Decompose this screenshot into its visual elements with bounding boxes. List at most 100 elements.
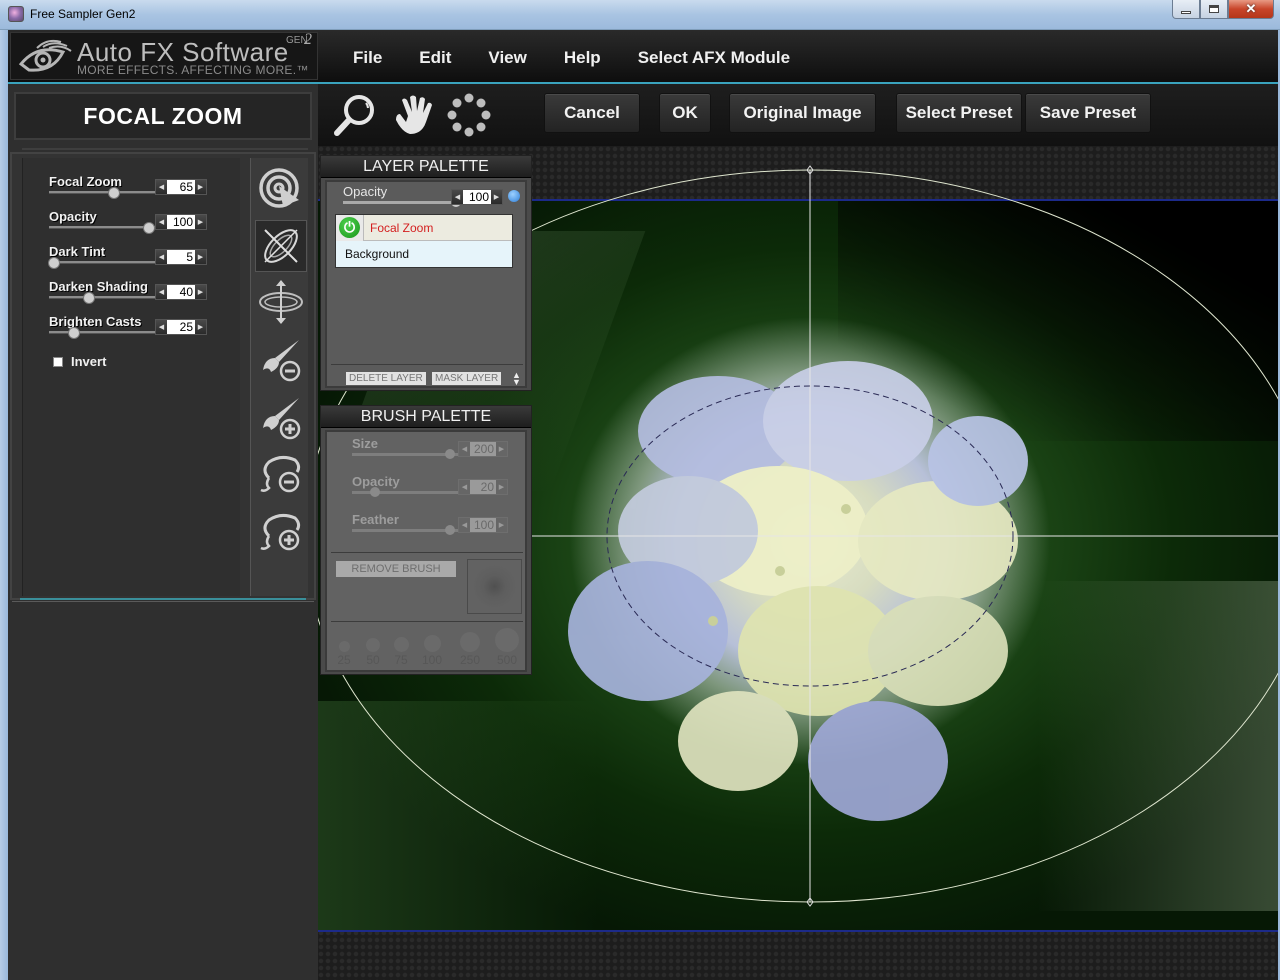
- spin-value[interactable]: 100: [167, 215, 195, 229]
- layer-item[interactable]: ⏻ Focal Zoom: [336, 214, 512, 241]
- invert-checkbox[interactable]: [53, 356, 63, 367]
- brush-palette: BRUSH PALETTE Size ◀ 200 ▶ Opacity ◀ 20 …: [320, 405, 532, 675]
- spin-value[interactable]: 100: [463, 190, 491, 204]
- spin-box: ◀ 200 ▶: [458, 441, 508, 457]
- minimize-icon: [1181, 10, 1191, 14]
- ok-button[interactable]: OK: [659, 93, 711, 133]
- slider-track[interactable]: [49, 331, 159, 334]
- brush-minus-tool[interactable]: [255, 334, 307, 386]
- decrement-arrow-icon[interactable]: ◀: [156, 285, 167, 299]
- mask-layer-button[interactable]: MASK LAYER: [432, 372, 502, 385]
- spin-value[interactable]: 65: [167, 180, 195, 194]
- brush-dot-icon: [423, 635, 441, 652]
- slider-label: Opacity: [49, 209, 97, 224]
- increment-arrow-icon[interactable]: ▶: [195, 250, 206, 264]
- spin-value[interactable]: 40: [167, 285, 195, 299]
- window-titlebar: Free Sampler Gen2 ✕: [0, 0, 1280, 30]
- menu-edit[interactable]: Edit: [419, 48, 451, 68]
- increment-arrow-icon[interactable]: ▶: [496, 442, 507, 456]
- minimize-button[interactable]: [1172, 0, 1200, 19]
- spin-value[interactable]: 100: [470, 518, 496, 532]
- slider-focal-zoom: Focal Zoom ◀ 65 ▶: [49, 174, 219, 204]
- brush-dot-icon: [460, 632, 480, 652]
- crossed-ellipse-tool[interactable]: [255, 220, 307, 272]
- lasso-plus-tool[interactable]: [255, 506, 307, 558]
- decrement-arrow-icon[interactable]: ◀: [459, 442, 470, 456]
- target-pointer-tool[interactable]: [255, 164, 307, 216]
- slider-track[interactable]: [49, 191, 159, 194]
- slider-label: Feather: [352, 512, 399, 527]
- decrement-arrow-icon[interactable]: ◀: [459, 518, 470, 532]
- maximize-button[interactable]: [1200, 0, 1228, 19]
- delete-layer-button[interactable]: DELETE LAYER: [346, 372, 426, 385]
- brush-plus-tool[interactable]: [255, 392, 307, 444]
- tool-column: [250, 158, 308, 596]
- brush-preset[interactable]: 100: [417, 634, 447, 667]
- brush-preset[interactable]: 25: [333, 638, 355, 667]
- spin-box: ◀ 40 ▶: [155, 284, 207, 300]
- increment-arrow-icon[interactable]: ▶: [195, 285, 206, 299]
- menu-view[interactable]: View: [488, 48, 526, 68]
- decrement-arrow-icon[interactable]: ◀: [156, 250, 167, 264]
- palette-menu-icon[interactable]: [508, 190, 520, 202]
- spin-value[interactable]: 200: [470, 442, 496, 456]
- close-button[interactable]: ✕: [1228, 0, 1274, 19]
- divider: [331, 552, 523, 553]
- increment-arrow-icon[interactable]: ▶: [496, 518, 507, 532]
- power-icon: ⏻: [339, 217, 360, 238]
- select-preset-button[interactable]: Select Preset: [896, 93, 1022, 133]
- spin-box: ◀ 100 ▶: [451, 189, 503, 205]
- increment-arrow-icon[interactable]: ▶: [195, 180, 206, 194]
- increment-arrow-icon[interactable]: ▶: [195, 215, 206, 229]
- spin-box: ◀ 100 ▶: [458, 517, 508, 533]
- brush-preset[interactable]: 500: [491, 628, 523, 667]
- slider-thumb[interactable]: [442, 522, 458, 538]
- preset-label: 75: [394, 653, 408, 667]
- orbit-move-icon: [259, 280, 303, 324]
- brush-dot-icon: [393, 637, 409, 652]
- slider-track[interactable]: [49, 296, 159, 299]
- decrement-arrow-icon[interactable]: ◀: [156, 180, 167, 194]
- slider-darken-shading: Darken Shading ◀ 40 ▶: [49, 279, 219, 309]
- spin-value[interactable]: 5: [167, 250, 195, 264]
- brush-palette-body: Size ◀ 200 ▶ Opacity ◀ 20 ▶ Feather ◀ 10…: [325, 430, 527, 672]
- brush-preset[interactable]: 50: [361, 636, 385, 667]
- menu-select-afx-module[interactable]: Select AFX Module: [638, 48, 790, 68]
- brush-preset[interactable]: 250: [455, 630, 485, 667]
- divider: [331, 621, 523, 622]
- slider-track[interactable]: [343, 201, 453, 204]
- reorder-layer-icon[interactable]: ▲ ▼: [512, 371, 521, 387]
- increment-arrow-icon[interactable]: ▶: [491, 190, 502, 204]
- menu-help[interactable]: Help: [564, 48, 601, 68]
- increment-arrow-icon[interactable]: ▶: [195, 320, 206, 334]
- remove-brush-button[interactable]: REMOVE BRUSH: [336, 561, 456, 577]
- slider-track[interactable]: [352, 491, 460, 494]
- lasso-minus-tool[interactable]: [255, 448, 307, 500]
- orbit-move-tool[interactable]: [255, 276, 307, 328]
- decrement-arrow-icon[interactable]: ◀: [156, 215, 167, 229]
- original-image-button[interactable]: Original Image: [729, 93, 876, 133]
- spin-value[interactable]: 25: [167, 320, 195, 334]
- slider-thumb[interactable]: [442, 446, 458, 462]
- brush-preset[interactable]: 75: [389, 636, 413, 667]
- decrement-arrow-icon[interactable]: ◀: [452, 190, 463, 204]
- slider-track[interactable]: [49, 261, 159, 264]
- decrement-arrow-icon[interactable]: ◀: [156, 320, 167, 334]
- brush-palette-title: BRUSH PALETTE: [321, 406, 531, 428]
- menu-file[interactable]: File: [353, 48, 382, 68]
- zoom-magnifier-icon[interactable]: [332, 92, 378, 138]
- layer-item[interactable]: Background: [336, 241, 512, 267]
- increment-arrow-icon[interactable]: ▶: [496, 480, 507, 494]
- hand-pan-icon[interactable]: [390, 92, 436, 138]
- lasso-minus-icon: [260, 455, 301, 493]
- preset-label: 50: [366, 653, 380, 667]
- dot-ring-icon[interactable]: [446, 92, 492, 138]
- save-preset-button[interactable]: Save Preset: [1025, 93, 1151, 133]
- layer-visibility-toggle[interactable]: ⏻: [336, 214, 364, 241]
- cancel-button[interactable]: Cancel: [544, 93, 640, 133]
- window-controls: ✕: [1172, 0, 1274, 19]
- decrement-arrow-icon[interactable]: ◀: [459, 480, 470, 494]
- spin-box: ◀ 5 ▶: [155, 249, 207, 265]
- spin-value[interactable]: 20: [470, 480, 496, 494]
- invert-option[interactable]: Invert: [53, 354, 106, 369]
